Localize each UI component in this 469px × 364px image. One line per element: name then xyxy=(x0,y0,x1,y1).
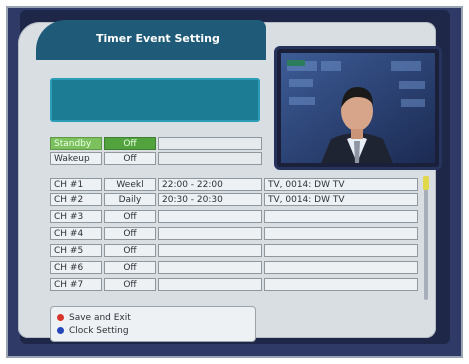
timer-row-ch[interactable]: CH #3 xyxy=(50,210,102,223)
timer-row-channel[interactable] xyxy=(264,244,418,257)
timer-row-mode[interactable]: Off xyxy=(104,261,156,274)
timer-row-mode[interactable]: Off xyxy=(104,210,156,223)
clock-setting-label: Clock Setting xyxy=(69,326,129,336)
standby-extra xyxy=(158,137,262,150)
timer-row-ch[interactable]: CH #4 xyxy=(50,227,102,240)
timer-row-channel[interactable] xyxy=(264,261,418,274)
timer-row-mode[interactable]: Weekl xyxy=(104,178,156,191)
timer-row-time[interactable]: 22:00 - 22:00 xyxy=(158,178,262,191)
timer-row-channel[interactable] xyxy=(264,210,418,223)
standby-label[interactable]: Standby xyxy=(50,137,102,150)
save-exit-label: Save and Exit xyxy=(69,313,131,323)
timer-row-time[interactable] xyxy=(158,278,262,291)
list-scrollbar[interactable] xyxy=(424,180,428,300)
footer-legend: Save and Exit Clock Setting xyxy=(50,306,256,342)
clock-setting-row[interactable]: Clock Setting xyxy=(57,325,129,337)
timer-row-channel[interactable] xyxy=(264,227,418,240)
save-exit-row[interactable]: Save and Exit xyxy=(57,312,131,324)
timer-row-ch[interactable]: CH #2 xyxy=(50,193,102,206)
timer-row-channel[interactable]: TV, 0014: DW TV xyxy=(264,178,418,191)
timer-row-ch[interactable]: CH #6 xyxy=(50,261,102,274)
video-frame xyxy=(281,53,435,163)
timer-row-ch[interactable]: CH #5 xyxy=(50,244,102,257)
event-info-box xyxy=(50,78,260,122)
list-scrollbar-thumb[interactable] xyxy=(423,176,429,190)
timer-row-mode[interactable]: Off xyxy=(104,244,156,257)
video-preview xyxy=(274,46,442,170)
timer-row-time[interactable]: 20:30 - 20:30 xyxy=(158,193,262,206)
red-button-icon xyxy=(57,314,64,321)
timer-row-ch[interactable]: CH #7 xyxy=(50,278,102,291)
timer-row-time[interactable] xyxy=(158,210,262,223)
timer-row-time[interactable] xyxy=(158,244,262,257)
timer-row-time[interactable] xyxy=(158,227,262,240)
timer-row-mode[interactable]: Daily xyxy=(104,193,156,206)
wakeup-label[interactable]: Wakeup xyxy=(50,152,102,165)
title-bar: Timer Event Setting xyxy=(36,20,266,60)
wakeup-value[interactable]: Off xyxy=(104,152,156,165)
timer-row-mode[interactable]: Off xyxy=(104,227,156,240)
timer-row-channel[interactable]: TV, 0014: DW TV xyxy=(264,193,418,206)
timer-row-ch[interactable]: CH #1 xyxy=(50,178,102,191)
news-anchor-image xyxy=(281,53,435,163)
timer-row-channel[interactable] xyxy=(264,278,418,291)
blue-button-icon xyxy=(57,327,64,334)
timer-row-time[interactable] xyxy=(158,261,262,274)
standby-value[interactable]: Off xyxy=(104,137,156,150)
page-title: Timer Event Setting xyxy=(96,32,220,45)
timer-row-mode[interactable]: Off xyxy=(104,278,156,291)
wakeup-extra xyxy=(158,152,262,165)
